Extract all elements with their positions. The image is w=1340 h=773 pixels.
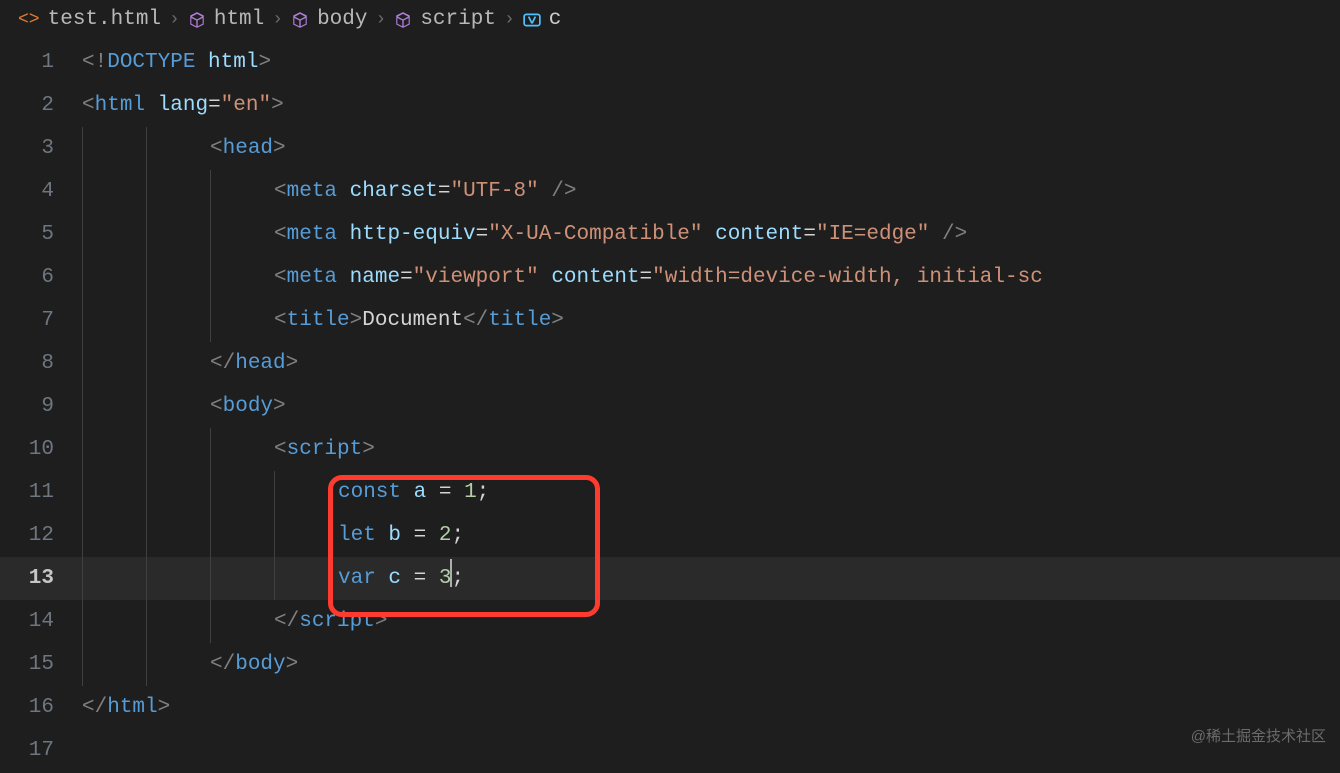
- breadcrumb-html[interactable]: html: [214, 8, 264, 31]
- code-line[interactable]: 16</html>: [0, 686, 1340, 729]
- breadcrumb-script[interactable]: script: [420, 8, 496, 31]
- watermark: @稀土掘金技术社区: [1191, 725, 1326, 746]
- chevron-right-icon: ›: [376, 10, 387, 30]
- line-number[interactable]: 3: [0, 127, 82, 170]
- code-line[interactable]: 5<meta http-equiv="X-UA-Compatible" cont…: [0, 213, 1340, 256]
- code-line[interactable]: 6<meta name="viewport" content="width=de…: [0, 256, 1340, 299]
- html-file-icon: <>: [18, 10, 40, 30]
- code-line[interactable]: 13var c = 3;: [0, 557, 1340, 600]
- breadcrumb-variable[interactable]: c: [549, 8, 562, 31]
- line-number[interactable]: 6: [0, 256, 82, 299]
- code-line[interactable]: 14</script>: [0, 600, 1340, 643]
- code-line[interactable]: 11const a = 1;: [0, 471, 1340, 514]
- line-number[interactable]: 4: [0, 170, 82, 213]
- breadcrumb[interactable]: <> test.html › html › body › script › c: [0, 0, 1340, 41]
- code-line[interactable]: 1<!DOCTYPE html>: [0, 41, 1340, 84]
- line-number[interactable]: 7: [0, 299, 82, 342]
- cube-icon: [394, 11, 412, 29]
- line-number[interactable]: 1: [0, 41, 82, 84]
- code-line[interactable]: 12let b = 2;: [0, 514, 1340, 557]
- line-number[interactable]: 2: [0, 84, 82, 127]
- variable-icon: [523, 11, 541, 29]
- line-number[interactable]: 10: [0, 428, 82, 471]
- code-line[interactable]: 2<html lang="en">: [0, 84, 1340, 127]
- line-number[interactable]: 13: [0, 557, 82, 600]
- line-number[interactable]: 14: [0, 600, 82, 643]
- line-number[interactable]: 11: [0, 471, 82, 514]
- code-line[interactable]: 8</head>: [0, 342, 1340, 385]
- chevron-right-icon: ›: [169, 10, 180, 30]
- code-line[interactable]: 3<head>: [0, 127, 1340, 170]
- chevron-right-icon: ›: [272, 10, 283, 30]
- code-line[interactable]: 7<title>Document</title>: [0, 299, 1340, 342]
- line-number[interactable]: 9: [0, 385, 82, 428]
- code-line[interactable]: 17: [0, 729, 1340, 772]
- code-editor[interactable]: 1<!DOCTYPE html>2<html lang="en">3<head>…: [0, 41, 1340, 772]
- code-line[interactable]: 10<script>: [0, 428, 1340, 471]
- cube-icon: [291, 11, 309, 29]
- code-line[interactable]: 4<meta charset="UTF-8" />: [0, 170, 1340, 213]
- cube-icon: [188, 11, 206, 29]
- line-number[interactable]: 8: [0, 342, 82, 385]
- line-number[interactable]: 16: [0, 686, 82, 729]
- breadcrumb-body[interactable]: body: [317, 8, 367, 31]
- line-number[interactable]: 5: [0, 213, 82, 256]
- line-number[interactable]: 12: [0, 514, 82, 557]
- line-number[interactable]: 17: [0, 729, 82, 772]
- code-line[interactable]: 9<body>: [0, 385, 1340, 428]
- line-number[interactable]: 15: [0, 643, 82, 686]
- chevron-right-icon: ›: [504, 10, 515, 30]
- code-line[interactable]: 15</body>: [0, 643, 1340, 686]
- breadcrumb-file[interactable]: test.html: [48, 8, 161, 31]
